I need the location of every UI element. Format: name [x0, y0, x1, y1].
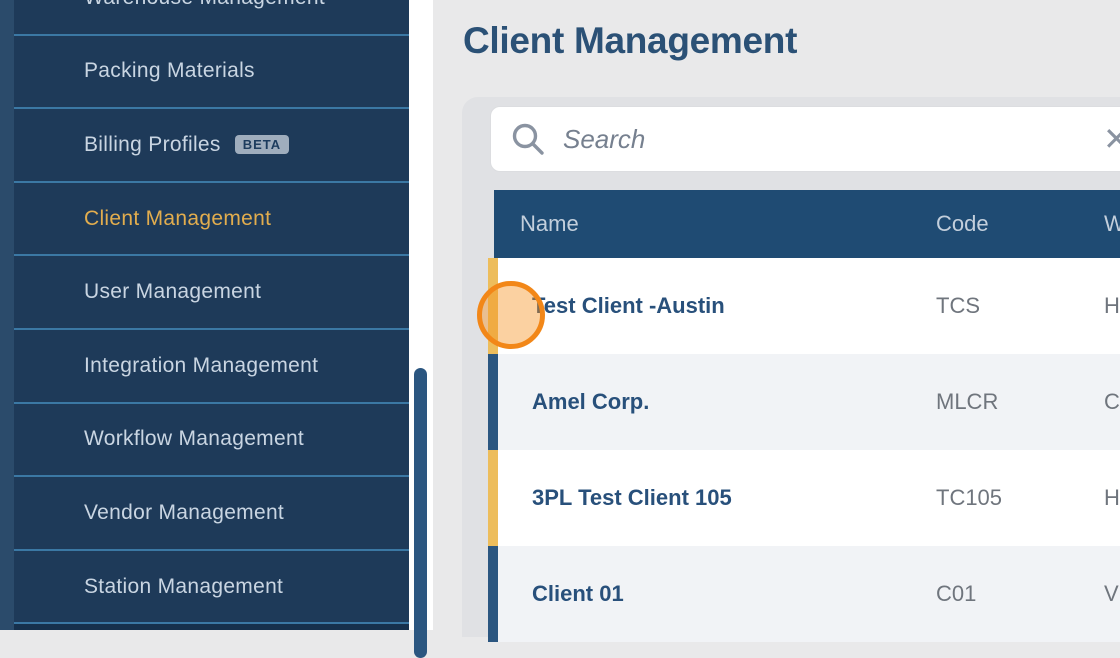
sidebar-item-label: Workflow Management — [84, 427, 304, 451]
sidebar-item-station-management[interactable]: Station Management — [14, 551, 409, 625]
client-warehouse: H — [1104, 258, 1120, 354]
client-warehouse: C — [1104, 354, 1120, 450]
client-name-link[interactable]: Test Client -Austin — [532, 258, 725, 354]
sidebar-item-label: Billing Profiles — [84, 133, 221, 157]
client-warehouse: H — [1104, 450, 1120, 546]
column-header-code[interactable]: Code — [936, 190, 989, 258]
sidebar-item-warehouse-management[interactable]: Warehouse Management — [14, 0, 409, 36]
client-warehouse: V — [1104, 546, 1119, 642]
table-row[interactable]: 3PL Test Client 105 TC105 H — [488, 450, 1120, 546]
clear-search-icon[interactable]: ✕ — [1103, 107, 1120, 171]
beta-badge: BETA — [235, 135, 289, 154]
client-name-link[interactable]: 3PL Test Client 105 — [532, 450, 732, 546]
search-input[interactable]: Search ✕ — [490, 106, 1120, 172]
table-row[interactable]: Client 01 C01 V — [488, 546, 1120, 642]
sidebar-item-label: Client Management — [84, 207, 271, 231]
search-icon — [511, 122, 545, 156]
sidebar-scrollbar-thumb[interactable] — [414, 368, 427, 658]
table-row[interactable]: Test Client -Austin TCS H — [488, 258, 1120, 354]
sidebar-item-user-management[interactable]: User Management — [14, 256, 409, 330]
sidebar-item-label: Integration Management — [84, 354, 318, 378]
client-table: Name Code W Test Client -AustinTCSHAmel … — [488, 190, 1120, 642]
sidebar-item-billing-profiles[interactable]: Billing Profiles BETA — [14, 109, 409, 183]
column-header-name[interactable]: Name — [520, 190, 579, 258]
client-name-link[interactable]: Client 01 — [532, 546, 624, 642]
sidebar-item-label: User Management — [84, 280, 261, 304]
table-row[interactable]: Amel Corp. MLCR C — [488, 354, 1120, 450]
client-code: MLCR — [936, 354, 998, 450]
sidebar-next-item-edge — [14, 624, 409, 630]
sidebar-item-label: Warehouse Management — [84, 0, 325, 10]
sidebar-item-label: Station Management — [84, 575, 283, 599]
sidebar-item-integration-management[interactable]: Integration Management — [14, 330, 409, 404]
content-card: Search ✕ Name Code W Test Client -Austin… — [462, 97, 1120, 637]
sidebar-item-label: Packing Materials — [84, 59, 255, 83]
client-code: C01 — [936, 546, 976, 642]
row-status-bar — [488, 546, 498, 642]
client-name-link[interactable]: Amel Corp. — [532, 354, 649, 450]
table-body: Test Client -AustinTCSHAmel Corp.MLCRC3P… — [488, 258, 1120, 642]
sidebar-menu: Warehouse Management Packing Materials Bil… — [14, 0, 409, 630]
column-header-warehouse[interactable]: W — [1104, 190, 1120, 258]
sidebar-item-client-management[interactable]: Client Management — [14, 183, 409, 257]
sidebar-item-label: Vendor Management — [84, 501, 284, 525]
click-indicator — [477, 281, 545, 349]
row-status-bar — [488, 354, 498, 450]
sidebar: Warehouse Management Packing Materials Bil… — [0, 0, 409, 630]
sidebar-scrollbar[interactable] — [409, 0, 433, 630]
sidebar-accent-strip — [0, 0, 14, 630]
search-placeholder: Search — [563, 107, 645, 171]
client-code: TC105 — [936, 450, 1002, 546]
client-code: TCS — [936, 258, 980, 354]
sidebar-item-packing-materials[interactable]: Packing Materials — [14, 36, 409, 110]
row-status-bar — [488, 450, 498, 546]
page-title: Client Management — [463, 20, 797, 62]
sidebar-item-vendor-management[interactable]: Vendor Management — [14, 477, 409, 551]
sidebar-item-workflow-management[interactable]: Workflow Management — [14, 404, 409, 478]
table-header: Name Code W — [494, 190, 1120, 258]
